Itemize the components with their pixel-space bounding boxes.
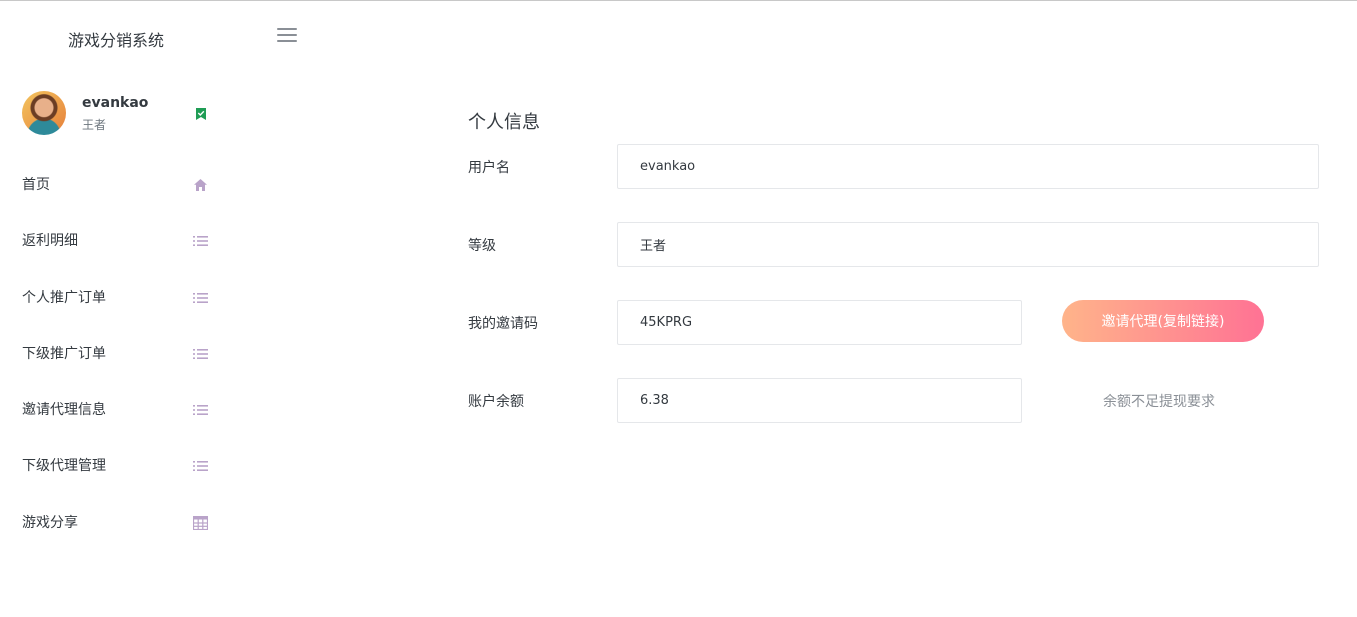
list-icon — [193, 461, 208, 472]
username-label: 用户名 — [468, 160, 510, 176]
invite-code-label: 我的邀请码 — [468, 316, 538, 332]
user-profile: evankao 王者 — [22, 91, 212, 137]
profile-level: 王者 — [82, 118, 107, 132]
sidebar-nav: 首页 返利明细 个人推广订单 下级推广订单 邀请代理信息 下级代理管理 游戏分享 — [0, 158, 236, 552]
list-icon — [193, 405, 208, 416]
sidebar-item-label: 下级推广订单 — [22, 345, 106, 362]
verified-icon — [196, 108, 206, 120]
app-title: 游戏分销系统 — [68, 31, 165, 50]
sidebar: 游戏分销系统 evankao 王者 首页 返利明细 个人推广订单 下级推广订单 … — [0, 1, 236, 617]
sidebar-item-label: 邀请代理信息 — [22, 402, 106, 419]
grid-icon — [193, 515, 208, 530]
sidebar-item-label: 下级代理管理 — [22, 458, 106, 475]
sidebar-item-sub-agent-management[interactable]: 下级代理管理 — [0, 439, 236, 495]
page-title: 个人信息 — [468, 112, 540, 133]
list-icon — [193, 236, 208, 247]
sidebar-item-invite-agent-info[interactable]: 邀请代理信息 — [0, 383, 236, 439]
invite-agent-copy-link-button[interactable]: 邀请代理(复制链接) — [1062, 300, 1264, 342]
sidebar-item-label: 返利明细 — [22, 233, 78, 250]
level-label: 等级 — [468, 238, 496, 254]
menu-toggle-icon[interactable] — [277, 28, 297, 44]
sidebar-item-label: 游戏分享 — [22, 514, 78, 531]
sidebar-item-home[interactable]: 首页 — [0, 158, 236, 214]
sidebar-item-sub-orders[interactable]: 下级推广订单 — [0, 327, 236, 383]
sidebar-item-rebate-details[interactable]: 返利明细 — [0, 214, 236, 270]
profile-username: evankao — [82, 95, 149, 111]
balance-hint: 余额不足提现要求 — [1103, 394, 1215, 410]
balance-field[interactable] — [617, 378, 1022, 423]
avatar — [22, 91, 66, 135]
invite-code-field[interactable] — [617, 300, 1022, 345]
sidebar-item-label: 个人推广订单 — [22, 289, 106, 306]
balance-label: 账户余额 — [468, 394, 524, 410]
sidebar-item-label: 首页 — [22, 177, 50, 193]
list-icon — [193, 348, 208, 359]
sidebar-item-game-share[interactable]: 游戏分享 — [0, 496, 236, 552]
home-icon — [194, 179, 207, 191]
username-field[interactable] — [617, 144, 1319, 189]
list-icon — [193, 292, 208, 303]
level-field[interactable] — [617, 222, 1319, 267]
sidebar-item-personal-orders[interactable]: 个人推广订单 — [0, 271, 236, 327]
